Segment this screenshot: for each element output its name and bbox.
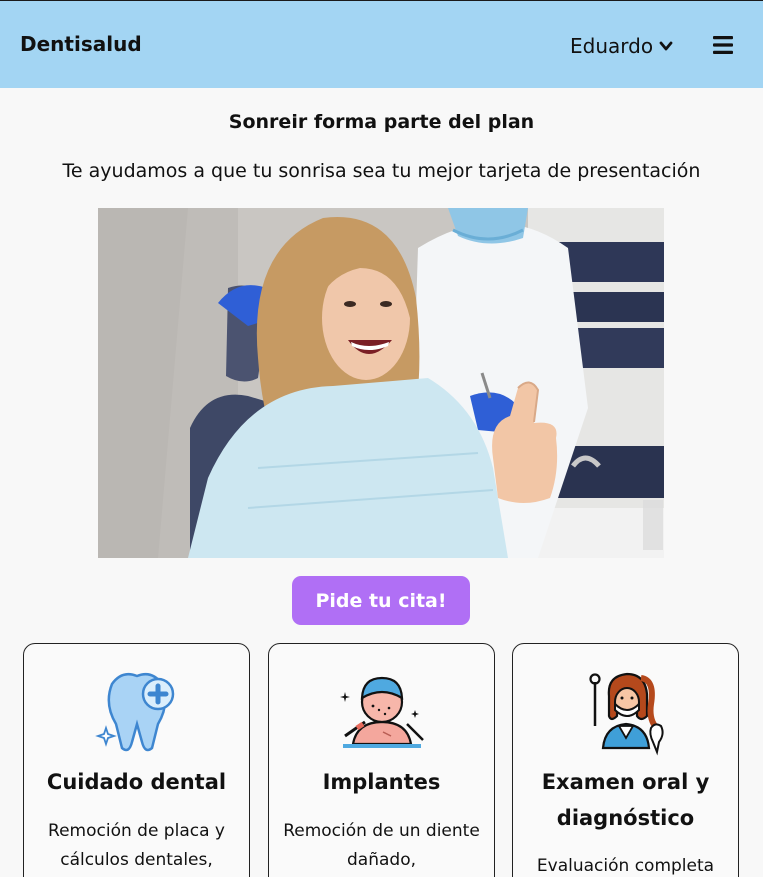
service-title: Examen oral y diagnóstico (541, 770, 710, 830)
page-title: Sonreir forma parte del plan (228, 111, 535, 133)
user-menu-dropdown[interactable]: Eduardo (570, 34, 673, 58)
hamburger-menu-icon[interactable] (712, 34, 734, 56)
service-description: Evaluación completa (536, 856, 715, 876)
service-card-dental-care[interactable]: Cuidado dental Remoción de placa y cálcu… (23, 643, 250, 877)
brand-logo[interactable]: Dentisalud (20, 32, 142, 56)
navbar: Dentisalud Eduardo (0, 0, 763, 88)
tooth-plus-icon (94, 673, 174, 752)
dentist-icon (588, 672, 664, 756)
hero-image (98, 208, 664, 558)
service-card-implants[interactable]: Implantes Remoción de un diente dañado, (268, 643, 495, 877)
service-description: Remoción de un diente dañado, (283, 821, 480, 870)
user-name: Eduardo (570, 34, 654, 58)
page-subtitle: Te ayudamos a que tu sonrisa sea tu mejo… (62, 160, 701, 182)
book-appointment-button[interactable]: Pide tu cita! (292, 576, 470, 625)
service-title: Cuidado dental (46, 770, 227, 794)
chevron-down-icon (659, 41, 673, 51)
service-description: Remoción de placa y cálculos dentales, (48, 821, 225, 870)
service-card-oral-exam[interactable]: Examen oral y diagnóstico Evaluación com… (512, 643, 739, 877)
patient-procedure-icon (339, 676, 424, 748)
service-title: Implantes (322, 770, 441, 794)
